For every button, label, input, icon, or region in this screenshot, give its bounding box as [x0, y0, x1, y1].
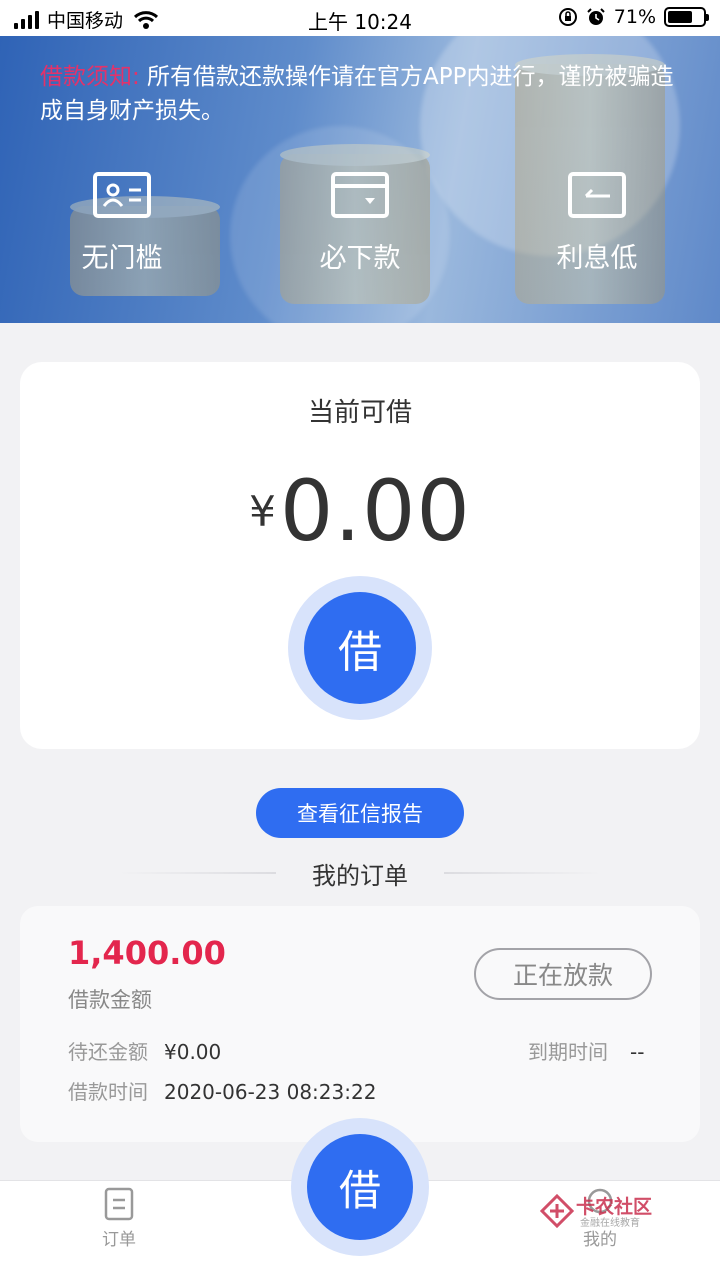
available-credit-label: 当前可借 — [307, 398, 412, 428]
nav-orders-label: 订单 — [102, 1230, 136, 1250]
nav-mine-label: 我的 — [583, 1230, 617, 1250]
battery-percent: 71% — [613, 6, 656, 28]
orders-section-title: 我的订单 — [312, 862, 408, 890]
feature-low-interest: 利息低 — [497, 172, 697, 275]
rotation-lock-icon — [558, 8, 577, 26]
due-date-label: 到期时间 — [528, 1040, 608, 1064]
order-list-icon — [104, 1187, 134, 1221]
battery-icon — [664, 7, 709, 27]
order-amount-label: 借款金额 — [68, 988, 152, 1012]
pending-amount-value: ¥0.00 — [164, 1040, 222, 1064]
feature-no-threshold: 无门槛 — [22, 172, 222, 275]
order-amount: 1,400.00 — [68, 934, 226, 972]
pending-amount-row: 待还金额 ¥0.00 — [68, 1036, 221, 1065]
status-bar: 中国移动 上午 10:24 71% — [0, 0, 720, 36]
wallet-icon — [331, 172, 389, 218]
promo-banner: 借款须知: 所有借款还款操作请在官方APP内进行，谨防被骗造成自身财产损失。 无… — [0, 36, 720, 323]
loan-time-label: 借款时间 — [68, 1080, 148, 1104]
feature-label: 必下款 — [319, 243, 401, 274]
loan-card: 当前可借 ¥0.00 借 — [20, 362, 700, 749]
borrow-button-label: 借 — [304, 592, 416, 704]
feature-guaranteed: 必下款 — [260, 172, 460, 275]
watermark-logo-icon — [540, 1194, 574, 1228]
loan-time-value: 2020-06-23 08:23:22 — [164, 1080, 377, 1104]
available-amount: ¥0.00 — [20, 462, 700, 560]
feature-list: 无门槛 必下款 利息低 — [0, 172, 720, 302]
id-card-icon — [93, 172, 151, 218]
currency-symbol: ¥ — [249, 487, 276, 536]
order-card[interactable]: 1,400.00 借款金额 正在放款 待还金额 ¥0.00 到期时间 -- 借款时间… — [20, 906, 700, 1142]
nav-borrow-label: 借 — [307, 1134, 413, 1240]
watermark-logo: 卡农社区 金融在线教育 — [540, 1192, 710, 1232]
due-date-row: 到期时间 -- — [528, 1036, 644, 1065]
loan-notice: 借款须知: 所有借款还款操作请在官方APP内进行，谨防被骗造成自身财产损失。 — [40, 60, 680, 128]
return-icon — [568, 172, 626, 218]
order-status-badge: 正在放款 — [474, 948, 652, 1000]
due-date-value: -- — [630, 1040, 645, 1064]
notice-label: 借款须知: — [40, 64, 140, 90]
loan-time-row: 借款时间 2020-06-23 08:23:22 — [68, 1076, 376, 1105]
feature-label: 利息低 — [556, 243, 638, 274]
nav-orders[interactable]: 订单 — [69, 1187, 169, 1250]
credit-report-button[interactable]: 查看征信报告 — [256, 788, 464, 838]
amount-value: 0.00 — [279, 462, 471, 560]
nav-borrow-button[interactable]: 借 — [291, 1118, 429, 1256]
feature-label: 无门槛 — [81, 243, 163, 274]
pending-amount-label: 待还金额 — [68, 1040, 148, 1064]
watermark-subtitle: 金融在线教育 — [580, 1218, 640, 1229]
divider-line — [444, 872, 602, 874]
borrow-button[interactable]: 借 — [288, 576, 432, 720]
alarm-icon — [587, 8, 605, 25]
status-right: 71% — [558, 6, 709, 28]
